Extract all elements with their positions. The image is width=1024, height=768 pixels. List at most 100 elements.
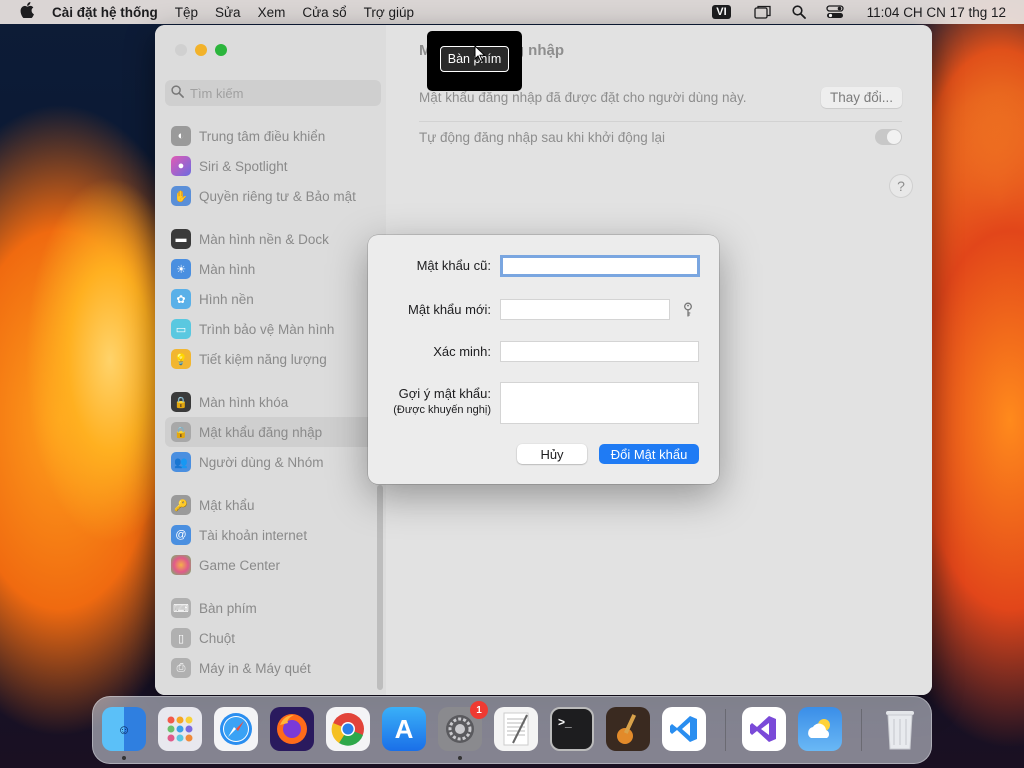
hint-recommended-label: (Được khuyến nghị): [393, 404, 491, 416]
weather-icon[interactable]: [798, 707, 842, 751]
users-icon: 👥: [171, 452, 191, 472]
sidebar-search-field[interactable]: Tìm kiếm: [165, 80, 381, 106]
mouse-cursor-icon: [474, 44, 486, 66]
hand-icon: ✋: [171, 186, 191, 206]
running-indicator: [122, 756, 126, 760]
finder-icon[interactable]: ☺: [102, 707, 146, 751]
wallpaper-icon: ✿: [171, 289, 191, 309]
notification-badge: 1: [470, 701, 488, 719]
menu-edit[interactable]: Sửa: [215, 5, 241, 20]
trash-icon[interactable]: [878, 707, 922, 751]
sidebar-item-desktop-dock[interactable]: ▬ Màn hình nền & Dock: [165, 224, 375, 254]
settings-icon[interactable]: 1: [438, 701, 488, 751]
textedit-icon[interactable]: [494, 707, 538, 751]
menu-help[interactable]: Trợ giúp: [364, 5, 414, 20]
sidebar-item-energy-saver[interactable]: 💡 Tiết kiệm năng lượng: [165, 344, 375, 374]
sidebar-item-label: Game Center: [199, 557, 281, 573]
sidebar-item-game-center[interactable]: Game Center: [165, 550, 375, 580]
apple-menu-icon[interactable]: [18, 1, 36, 23]
input-source-indicator[interactable]: VI: [712, 5, 731, 19]
menu-app-name[interactable]: Cài đặt hệ thống: [52, 5, 158, 20]
sidebar-item-mouse[interactable]: ▯ Chuột: [165, 623, 375, 653]
sidebar-item-label: Trình bảo vệ Màn hình: [199, 321, 335, 337]
sidebar-item-label: Tiết kiệm năng lượng: [199, 351, 327, 367]
help-button[interactable]: ?: [890, 175, 912, 197]
sidebar-item-control-center[interactable]: ◐ Trung tâm điều khiển: [165, 121, 375, 151]
stage-manager-icon[interactable]: [753, 4, 773, 20]
sidebar-item-users-groups[interactable]: 👥 Người dùng & Nhóm: [165, 447, 375, 477]
sidebar-item-lock-screen[interactable]: 🔒 Màn hình khóa: [165, 387, 375, 417]
menu-file[interactable]: Tệp: [175, 5, 198, 20]
lock-icon: 🔒: [171, 392, 191, 412]
sidebar-item-label: Màn hình khóa: [199, 394, 289, 410]
firefox-icon[interactable]: [270, 707, 314, 751]
screensaver-icon: ▭: [171, 319, 191, 339]
verify-password-field[interactable]: [500, 341, 699, 362]
sidebar-item-label: Màn hình: [199, 261, 256, 277]
cancel-button[interactable]: Hủy: [517, 444, 587, 464]
sidebar-item-label: Màn hình nền & Dock: [199, 231, 329, 247]
sidebar-item-internet-accounts[interactable]: @ Tài khoản internet: [165, 520, 375, 550]
change-password-confirm-button[interactable]: Đổi Mật khẩu: [599, 444, 699, 464]
password-hint-field[interactable]: [500, 382, 699, 424]
terminal-icon[interactable]: >_: [550, 707, 594, 751]
dock-separator: [861, 709, 862, 751]
menu-bar-clock[interactable]: 11:04 CH CN 17 thg 12: [867, 5, 1006, 20]
dock-icon: ▬: [171, 229, 191, 249]
sidebar-list: ◐ Trung tâm điều khiển ● Siri & Spotligh…: [165, 121, 375, 683]
sidebar-item-label: Quyền riêng tư & Bảo mật: [199, 188, 356, 204]
password-status-text: Mật khẩu đăng nhập đã được đặt cho người…: [419, 89, 747, 105]
sidebar-item-displays[interactable]: ☀ Màn hình: [165, 254, 375, 284]
sidebar-item-login-password[interactable]: 🔒 Mật khẩu đăng nhập: [165, 417, 375, 447]
sidebar-item-label: Mật khẩu đăng nhập: [199, 424, 323, 440]
game-center-icon: [171, 555, 191, 575]
autologin-toggle[interactable]: [875, 129, 902, 145]
sidebar: Tìm kiếm ◐ Trung tâm điều khiển ● Siri &…: [155, 25, 386, 695]
control-center-icon: ◐: [171, 126, 191, 146]
close-window-button[interactable]: [175, 44, 187, 56]
search-placeholder: Tìm kiếm: [190, 85, 244, 101]
control-center-icon[interactable]: [825, 4, 845, 20]
sidebar-item-screen-saver[interactable]: ▭ Trình bảo vệ Màn hình: [165, 314, 375, 344]
sidebar-item-wallpaper[interactable]: ✿ Hình nền: [165, 284, 375, 314]
login-lock-icon: 🔒: [171, 422, 191, 442]
app-store-icon[interactable]: A: [382, 707, 426, 751]
menu-view[interactable]: Xem: [258, 5, 286, 20]
sidebar-scrollbar[interactable]: [377, 485, 383, 690]
sidebar-item-siri-spotlight[interactable]: ● Siri & Spotlight: [165, 151, 375, 181]
sidebar-item-privacy-security[interactable]: ✋ Quyền riêng tư & Bảo mật: [165, 181, 375, 211]
bulb-icon: 💡: [171, 349, 191, 369]
garageband-icon[interactable]: [606, 707, 650, 751]
password-assistant-key-icon[interactable]: [682, 302, 694, 321]
sidebar-item-keyboard[interactable]: ⌨ Bàn phím: [165, 593, 375, 623]
hint-label: Gợi ý mật khẩu:: [398, 386, 491, 401]
sidebar-item-label: Bàn phím: [199, 600, 257, 616]
new-password-field[interactable]: [500, 299, 670, 320]
keyboard-icon: ⌨: [171, 598, 191, 618]
sidebar-item-label: Mật khẩu: [199, 497, 255, 513]
sidebar-item-label: Tài khoản internet: [199, 527, 308, 543]
sidebar-item-passwords[interactable]: 🔑 Mật khẩu: [165, 490, 375, 520]
visual-studio-icon[interactable]: [742, 707, 786, 751]
sidebar-item-label: Máy in & Máy quét: [199, 660, 311, 676]
menu-window[interactable]: Cửa sổ: [302, 5, 346, 20]
siri-icon: ●: [171, 156, 191, 176]
zoom-window-button[interactable]: [215, 44, 227, 56]
old-password-label: Mật khẩu cũ:: [416, 258, 491, 273]
launchpad-icon[interactable]: [158, 707, 202, 751]
sidebar-item-label: Siri & Spotlight: [199, 158, 288, 174]
spotlight-search-icon[interactable]: [789, 4, 809, 20]
sidebar-item-label: Trung tâm điều khiển: [199, 128, 326, 144]
search-icon: [171, 85, 184, 101]
sidebar-item-label: Người dùng & Nhóm: [199, 454, 324, 470]
at-icon: @: [171, 525, 191, 545]
vscode-icon[interactable]: [662, 707, 706, 751]
dock: ☺ A 1 >_: [92, 696, 932, 764]
menu-bar: Cài đặt hệ thống Tệp Sửa Xem Cửa sổ Trợ …: [0, 0, 1024, 24]
chrome-icon[interactable]: [326, 707, 370, 751]
minimize-window-button[interactable]: [195, 44, 207, 56]
sidebar-item-printers-scanners[interactable]: ⎙ Máy in & Máy quét: [165, 653, 375, 683]
old-password-field[interactable]: [500, 255, 700, 277]
safari-icon[interactable]: [214, 707, 258, 751]
change-password-button[interactable]: Thay đổi...: [820, 86, 902, 108]
